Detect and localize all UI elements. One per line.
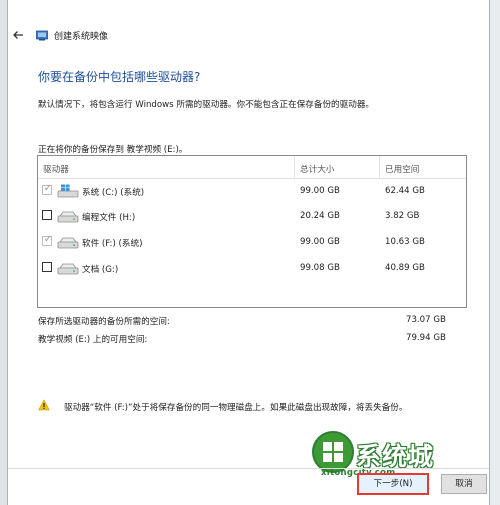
drive-table: ˄ 驱动器 总计大小 已用空间 ✓ 系统 (C:) (系统) 99.00 GB … [37,154,467,308]
sort-caret-icon: ˄ [162,154,166,163]
drive-used-space: 40.89 GB [385,263,425,273]
drive-name: 文档 (G:) [82,265,119,275]
background-window-edge [0,0,7,505]
page-description: 默认情况下，将包含运行 Windows 所需的驱动器。你不能包含正在保存备份的驱… [38,100,375,110]
window-title: 创建系统映像 [54,32,109,42]
back-arrow-icon[interactable] [11,28,25,42]
drive-name: 软件 (F:) (系统) [82,239,143,249]
drive-name: 系统 (C:) (系统) [82,188,145,198]
cancel-button-label: 取消 [455,479,473,489]
drive-used-space: 62.44 GB [385,186,425,196]
drive-total-size: 20.24 GB [300,211,340,221]
drive-icon [57,237,79,249]
page-heading: 你要在备份中包括哪些驱动器? [38,70,201,84]
table-row[interactable]: 文档 (G:) 99.08 GB 40.89 GB [38,256,466,280]
next-button[interactable]: 下一步(N) [357,473,429,495]
table-header: ˄ 驱动器 总计大小 已用空间 [38,154,466,179]
warning-icon [38,399,50,411]
table-row[interactable]: ✓ 软件 (F:) (系统) 99.00 GB 10.63 GB [38,230,466,254]
drive-checkbox[interactable]: ✓ [42,183,53,195]
drive-icon [57,211,79,223]
drive-used-space: 3.82 GB [385,211,420,221]
drive-checkbox[interactable] [42,210,52,220]
system-image-app-icon [36,30,48,41]
next-button-label: 下一步(N) [373,479,413,489]
available-space-value: 79.94 GB [406,333,446,343]
drive-name: 编程文件 (H:) [82,213,136,223]
drive-total-size: 99.00 GB [300,237,340,247]
column-drive[interactable]: 驱动器 [43,163,69,175]
table-row[interactable]: ✓ 系统 (C:) (系统) 99.00 GB 62.44 GB [38,179,466,203]
drive-total-size: 99.00 GB [300,186,340,196]
drive-used-space: 10.63 GB [385,237,425,247]
column-used-space[interactable]: 已用空间 [385,163,419,175]
column-divider[interactable] [294,156,295,178]
table-row[interactable]: 编程文件 (H:) 20.24 GB 3.82 GB [38,204,466,228]
required-space-label: 保存所选驱动器的备份所需的空间: [38,317,170,327]
cancel-button[interactable]: 取消 [441,474,487,494]
checkmark-icon: ✓ [43,234,53,245]
drive-checkbox[interactable]: ✓ [42,234,53,246]
title-bar: 创建系统映像 [8,20,489,50]
windows-drive-icon [57,184,79,198]
drive-icon [57,263,79,275]
required-space-value: 73.07 GB [406,315,446,325]
create-system-image-dialog: 创建系统映像 你要在备份中包括哪些驱动器? 默认情况下，将包含运行 Window… [7,0,490,505]
warning-text: 驱动器“软件 (F:)”处于将保存备份的同一物理磁盘上。如果此磁盘出现故障，将丢… [64,403,408,413]
available-space-label: 教学视频 (E:) 上的可用空间: [38,335,148,345]
checkmark-icon: ✓ [43,183,53,194]
footer-divider [8,468,489,469]
column-divider[interactable] [379,156,380,178]
drive-total-size: 99.08 GB [300,263,340,273]
drive-checkbox[interactable] [42,262,52,272]
column-total-size[interactable]: 总计大小 [300,163,334,175]
